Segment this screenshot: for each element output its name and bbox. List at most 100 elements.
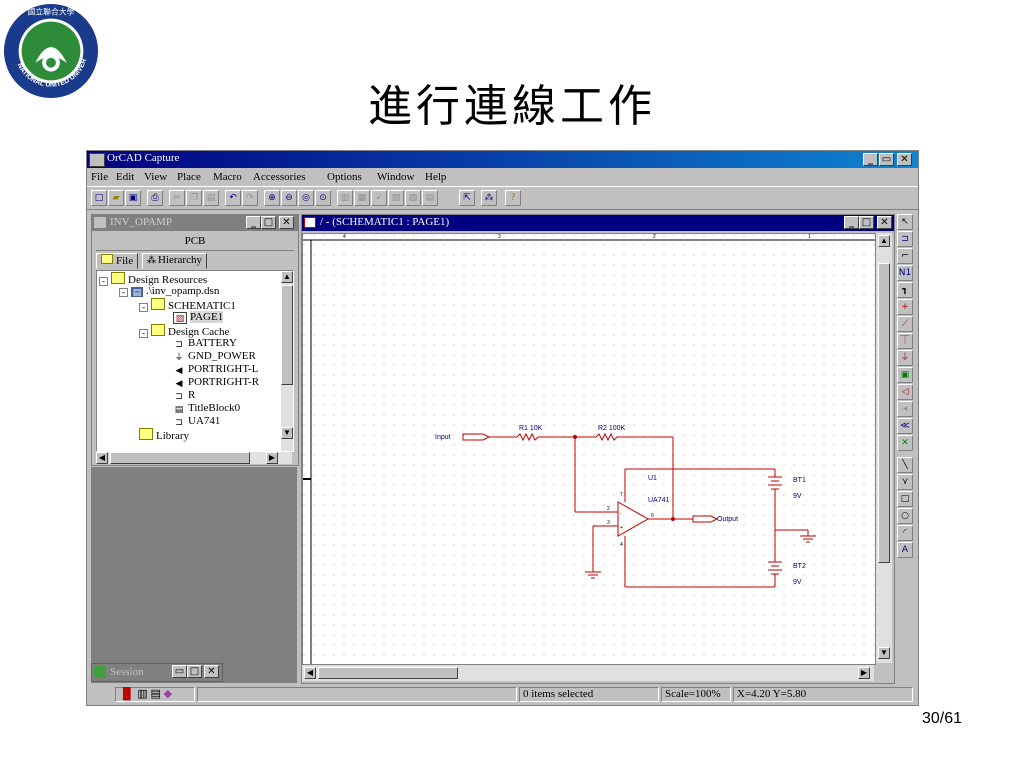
tree-item[interactable]: - Design Cache: [139, 324, 229, 338]
place-net-alias-icon[interactable]: N1: [897, 265, 913, 281]
schematic-canvas[interactable]: 4 3 2 1 Input R1 10K R2 100K U1 UA741 Ou…: [302, 233, 876, 665]
tree-item[interactable]: ⊐ UA741: [173, 415, 220, 427]
select-arrow-icon[interactable]: ↖: [897, 214, 913, 230]
zoom-out-icon[interactable]: ⊖: [281, 190, 297, 206]
place-pin-icon[interactable]: ◂: [897, 401, 913, 417]
place-line-icon[interactable]: ╲: [897, 457, 913, 473]
hierarchy-icon[interactable]: ⁂: [481, 190, 497, 206]
tree-item[interactable]: ▨ PAGE1: [173, 311, 224, 324]
scroll-right-icon[interactable]: ▶: [858, 667, 870, 679]
place-bus-icon[interactable]: ┓: [897, 282, 913, 298]
scroll-down-icon[interactable]: ▼: [878, 647, 890, 659]
save-icon[interactable]: ▣: [125, 190, 141, 206]
tab-hierarchy[interactable]: ⁂ Hierarchy: [142, 253, 207, 269]
place-polyline-icon[interactable]: ⋎: [897, 474, 913, 490]
tree-item[interactable]: ⏚ GND_POWER: [173, 350, 255, 362]
schematic-close-button[interactable]: ✕: [877, 216, 892, 229]
redo-icon[interactable]: ↷: [242, 190, 258, 206]
restore-button[interactable]: ▭: [879, 153, 894, 166]
project-manager-icon[interactable]: ⇱: [459, 190, 475, 206]
scroll-down-icon[interactable]: ▼: [281, 427, 293, 439]
drc-icon[interactable]: ✓: [371, 190, 387, 206]
zoom-in-icon[interactable]: ⊕: [264, 190, 280, 206]
tree-item[interactable]: ◀ PORTRIGHT-R: [173, 376, 260, 388]
close-button[interactable]: ✕: [897, 153, 912, 166]
app-titlebar[interactable]: OrCAD Capture _ ▭ ✕: [87, 151, 918, 168]
place-text-icon[interactable]: A: [897, 542, 913, 558]
project-minimize-button[interactable]: _: [246, 216, 261, 229]
menu-view[interactable]: View: [144, 171, 167, 183]
schematic-minimize-button[interactable]: _: [844, 216, 859, 229]
minimize-button[interactable]: _: [863, 153, 878, 166]
session-maximize-button[interactable]: □: [187, 665, 202, 678]
scroll-thumb[interactable]: [110, 452, 250, 464]
menu-file[interactable]: File: [91, 171, 108, 183]
project-titlebar[interactable]: INV_OPAMP _ □ ✕: [92, 215, 298, 231]
tree-item[interactable]: ⊐ BATTERY: [173, 337, 237, 349]
undo-icon[interactable]: ↶: [225, 190, 241, 206]
scroll-right-icon[interactable]: ▶: [266, 452, 278, 464]
scroll-thumb[interactable]: [878, 263, 890, 563]
place-ellipse-icon[interactable]: ○: [897, 508, 913, 524]
print-icon[interactable]: ⎙: [147, 190, 163, 206]
tree-item[interactable]: - Design Resources: [99, 272, 207, 286]
place-arc-icon[interactable]: ◜: [897, 525, 913, 541]
place-no-connect-icon[interactable]: ✕: [897, 435, 913, 451]
open-folder-icon[interactable]: ▰: [108, 190, 124, 206]
scroll-thumb[interactable]: [318, 667, 458, 679]
place-ground-icon[interactable]: ⏚: [897, 350, 913, 366]
paste-icon[interactable]: ▤: [203, 190, 219, 206]
menu-help[interactable]: Help: [425, 171, 446, 183]
zoom-all-icon[interactable]: ⊙: [315, 190, 331, 206]
menu-window[interactable]: Window: [377, 171, 414, 183]
session-close-button[interactable]: ✕: [204, 665, 219, 678]
cut-icon[interactable]: ✂: [169, 190, 185, 206]
tree-item[interactable]: ◀ PORTRIGHT-L: [173, 363, 259, 375]
tab-file[interactable]: File: [96, 253, 139, 269]
place-junction-icon[interactable]: +: [897, 299, 913, 315]
menu-options[interactable]: Options: [327, 171, 362, 183]
session-log-minimized[interactable]: Session ▭ □ ✕: [91, 663, 223, 682]
help-icon[interactable]: ?: [505, 190, 521, 206]
project-maximize-button[interactable]: □: [261, 216, 276, 229]
copy-icon[interactable]: ❐: [186, 190, 202, 206]
menu-edit[interactable]: Edit: [116, 171, 134, 183]
scroll-up-icon[interactable]: ▲: [878, 235, 890, 247]
project-close-button[interactable]: ✕: [279, 216, 294, 229]
place-wire-icon[interactable]: ⌐: [897, 248, 913, 264]
scroll-left-icon[interactable]: ◀: [96, 452, 108, 464]
menu-accessories[interactable]: Accessories: [253, 171, 306, 183]
place-power-icon[interactable]: ⏉: [897, 333, 913, 349]
place-port-icon[interactable]: ◁: [897, 384, 913, 400]
tree-vertical-scrollbar[interactable]: ▲ ▼: [281, 271, 293, 451]
netlist-icon[interactable]: ▧: [388, 190, 404, 206]
tree-item[interactable]: Library: [139, 428, 189, 442]
place-off-page-icon[interactable]: ≪: [897, 418, 913, 434]
place-rectangle-icon[interactable]: □: [897, 491, 913, 507]
session-restore-button[interactable]: ▭: [172, 665, 187, 678]
tree-item[interactable]: ▤ TitleBlock0: [173, 402, 240, 414]
place-bus-entry-icon[interactable]: ⟋: [897, 316, 913, 332]
menu-macro[interactable]: Macro: [213, 171, 242, 183]
place-part-icon[interactable]: ⊐: [897, 231, 913, 247]
scroll-left-icon[interactable]: ◀: [304, 667, 316, 679]
schematic-vertical-scrollbar[interactable]: ▲ ▼: [876, 233, 892, 663]
scroll-up-icon[interactable]: ▲: [281, 271, 293, 283]
zoom-area-icon[interactable]: ◎: [298, 190, 314, 206]
cross-ref-icon[interactable]: ▨: [405, 190, 421, 206]
schematic-horizontal-scrollbar[interactable]: ◀ ▶: [302, 665, 874, 681]
schematic-titlebar[interactable]: / - (SCHEMATIC1 : PAGE1) _ □ ✕: [302, 215, 894, 231]
tree-item[interactable]: - ▤ .\inv_opamp.dsn: [119, 285, 219, 297]
back-annotate-icon[interactable]: ▦: [354, 190, 370, 206]
app-icon[interactable]: [89, 153, 105, 167]
tree-horizontal-scrollbar[interactable]: ◀ ▶: [96, 452, 292, 464]
tree-item[interactable]: ⊐ R: [173, 389, 195, 401]
annotate-icon[interactable]: ▥: [337, 190, 353, 206]
tree-item[interactable]: - SCHEMATIC1: [139, 298, 236, 312]
place-hierarchical-block-icon[interactable]: ▣: [897, 367, 913, 383]
menu-place[interactable]: Place: [177, 171, 201, 183]
bom-icon[interactable]: ▤: [422, 190, 438, 206]
new-file-icon[interactable]: □: [91, 190, 107, 206]
scroll-thumb[interactable]: [281, 285, 293, 385]
schematic-maximize-button[interactable]: □: [859, 216, 874, 229]
